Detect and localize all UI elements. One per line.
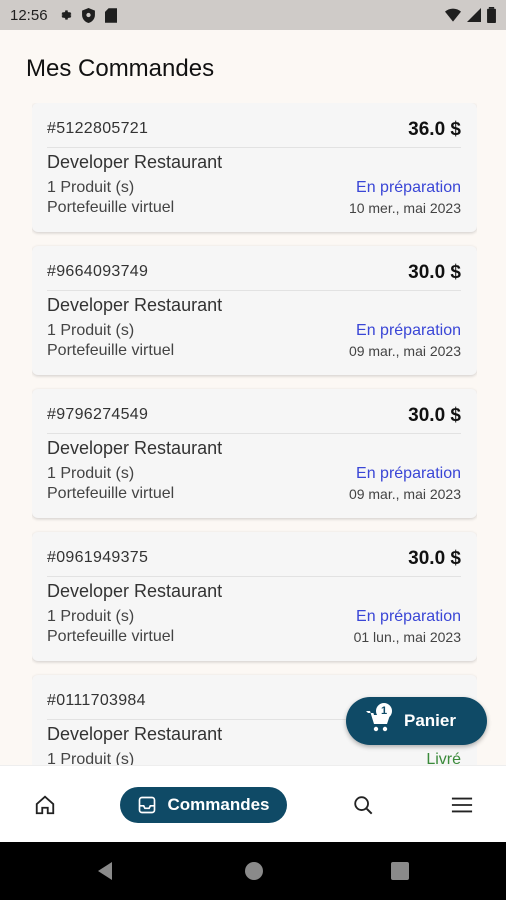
product-count: 1 Produit (s) bbox=[47, 465, 135, 482]
order-date: 09 mar., mai 2023 bbox=[348, 343, 461, 359]
order-card[interactable]: #9664093749 30.0 $ Developer Restaurant … bbox=[32, 246, 477, 375]
order-date: 09 mar., mai 2023 bbox=[348, 486, 461, 502]
search-icon bbox=[354, 795, 373, 814]
order-amount: 30.0 $ bbox=[408, 548, 461, 569]
order-card[interactable]: #5122805721 36.0 $ Developer Restaurant … bbox=[32, 103, 477, 232]
payment-method: Portefeuille virtuel bbox=[47, 342, 175, 359]
order-id: #9796274549 bbox=[47, 406, 149, 423]
order-id: #9664093749 bbox=[47, 263, 149, 280]
divider bbox=[47, 433, 461, 434]
status-bar: 12:56 bbox=[0, 0, 506, 30]
recents-icon[interactable] bbox=[390, 861, 410, 881]
home-circle-icon[interactable] bbox=[244, 861, 264, 881]
inbox-icon bbox=[139, 796, 156, 813]
restaurant-name: Developer Restaurant bbox=[47, 295, 223, 315]
back-icon[interactable] bbox=[96, 861, 116, 881]
order-status: En préparation bbox=[356, 608, 461, 625]
battery-icon bbox=[487, 7, 496, 23]
payment-method: Portefeuille virtuel bbox=[47, 485, 175, 502]
nav-orders[interactable]: Commandes bbox=[120, 766, 287, 843]
page-title: Mes Commandes bbox=[26, 55, 215, 82]
cart-badge: 1 bbox=[376, 703, 392, 719]
restaurant-name: Developer Restaurant bbox=[47, 438, 223, 458]
sd-card-icon bbox=[104, 7, 117, 23]
order-card[interactable]: #9796274549 30.0 $ Developer Restaurant … bbox=[32, 389, 477, 518]
nav-orders-label: Commandes bbox=[167, 794, 270, 814]
bottom-nav: Commandes bbox=[0, 765, 506, 842]
order-date: 01 lun., mai 2023 bbox=[353, 629, 461, 645]
payment-method: Portefeuille virtuel bbox=[47, 199, 175, 216]
restaurant-name: Developer Restaurant bbox=[47, 152, 223, 172]
restaurant-name: Developer Restaurant bbox=[47, 724, 223, 744]
nav-home[interactable] bbox=[20, 766, 70, 843]
cart-label: Panier bbox=[404, 711, 456, 730]
divider bbox=[47, 290, 461, 291]
menu-icon bbox=[451, 797, 473, 812]
product-count: 1 Produit (s) bbox=[47, 608, 135, 625]
order-id: #0111703984 bbox=[47, 692, 146, 709]
wifi-icon bbox=[445, 8, 461, 22]
settings-icon bbox=[61, 10, 71, 20]
order-date: 10 mer., mai 2023 bbox=[348, 200, 461, 216]
nav-menu[interactable] bbox=[437, 766, 487, 843]
order-id: #5122805721 bbox=[47, 120, 149, 137]
cart-button[interactable]: 1 Panier bbox=[346, 697, 487, 745]
system-nav-bar bbox=[0, 842, 506, 900]
divider bbox=[47, 576, 461, 577]
order-card[interactable]: #0961949375 30.0 $ Developer Restaurant … bbox=[32, 532, 477, 661]
order-status: En préparation bbox=[356, 179, 461, 196]
home-icon bbox=[35, 795, 55, 814]
status-time: 12:56 bbox=[10, 6, 48, 24]
signal-icon bbox=[467, 8, 481, 22]
product-count: 1 Produit (s) bbox=[47, 179, 135, 196]
product-count: 1 Produit (s) bbox=[47, 751, 135, 765]
orders-list[interactable]: #5122805721 36.0 $ Developer Restaurant … bbox=[32, 103, 477, 765]
order-amount: 30.0 $ bbox=[408, 262, 461, 283]
order-amount: 36.0 $ bbox=[408, 119, 461, 140]
product-count: 1 Produit (s) bbox=[47, 322, 135, 339]
shield-icon bbox=[81, 7, 95, 23]
order-id: #0961949375 bbox=[47, 549, 149, 566]
nav-orders-pill[interactable]: Commandes bbox=[120, 786, 287, 823]
order-amount: 30.0 $ bbox=[408, 405, 461, 426]
divider bbox=[47, 147, 461, 148]
restaurant-name: Developer Restaurant bbox=[47, 581, 223, 601]
cart-icon: 1 bbox=[366, 703, 392, 733]
order-status: En préparation bbox=[356, 322, 461, 339]
order-status: En préparation bbox=[356, 465, 461, 482]
order-status: Livré bbox=[426, 751, 461, 765]
nav-search[interactable] bbox=[338, 766, 388, 843]
payment-method: Portefeuille virtuel bbox=[47, 628, 175, 645]
